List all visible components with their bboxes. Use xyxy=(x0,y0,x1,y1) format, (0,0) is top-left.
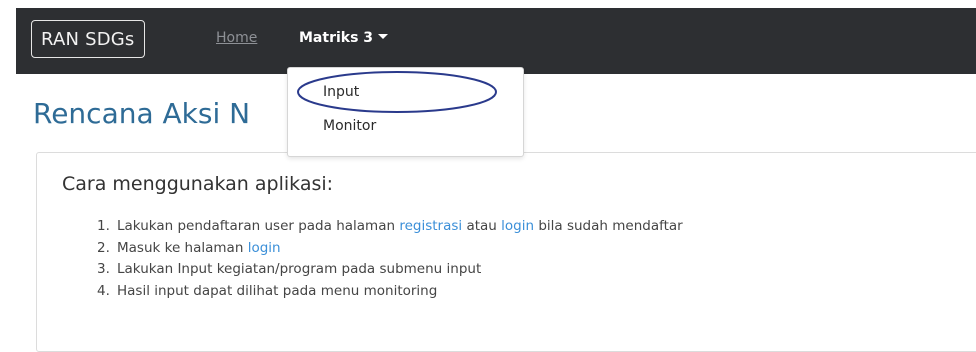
step-text: atau xyxy=(462,218,502,234)
page-title: Rencana Aksi N xyxy=(33,97,251,130)
dropdown-item-monitor[interactable]: Monitor xyxy=(323,118,376,134)
login-link[interactable]: login xyxy=(501,218,534,234)
nav-home-link[interactable]: Home xyxy=(216,30,257,46)
login-link[interactable]: login xyxy=(248,240,281,256)
step-number: 2. xyxy=(97,239,110,256)
instructions-list: 1. Lakukan pendaftaran user pada halaman … xyxy=(97,216,683,302)
nav-matriks-label: Matriks 3 xyxy=(299,30,374,46)
step-text: bila sudah mendaftar xyxy=(534,218,683,234)
top-navbar: RAN SDGs Home Matriks 3 xyxy=(16,8,976,74)
instruction-step-1: 1. Lakukan pendaftaran user pada halaman … xyxy=(97,216,683,236)
brand-logo[interactable]: RAN SDGs xyxy=(31,20,145,58)
caret-down-icon xyxy=(378,33,389,39)
step-number: 4. xyxy=(97,282,110,299)
nav-matriks-dropdown-toggle[interactable]: Matriks 3 xyxy=(299,30,389,46)
instruction-step-4: 4. Hasil input dapat dilihat pada menu mo… xyxy=(97,281,683,301)
step-text: Hasil input dapat dilihat pada menu moni… xyxy=(117,282,438,299)
instruction-step-2: 2. Masuk ke halaman login xyxy=(97,238,683,258)
registrasi-link[interactable]: registrasi xyxy=(399,218,462,234)
instruction-step-3: 3. Lakukan Input kegiatan/program pada su… xyxy=(97,259,683,279)
step-text: Lakukan pendaftaran user pada halaman xyxy=(117,218,400,234)
step-text: Masuk ke halaman xyxy=(117,239,248,256)
step-number: 1. xyxy=(97,218,110,234)
instructions-heading: Cara menggunakan aplikasi: xyxy=(62,173,334,195)
step-text: Lakukan Input kegiatan/program pada subm… xyxy=(117,261,482,277)
instructions-card: Cara menggunakan aplikasi: 1. Lakukan pen… xyxy=(36,152,976,352)
matriks-dropdown-menu: Input Monitor xyxy=(287,67,524,157)
step-number: 3. xyxy=(97,261,110,277)
dropdown-item-input[interactable]: Input xyxy=(323,84,359,100)
